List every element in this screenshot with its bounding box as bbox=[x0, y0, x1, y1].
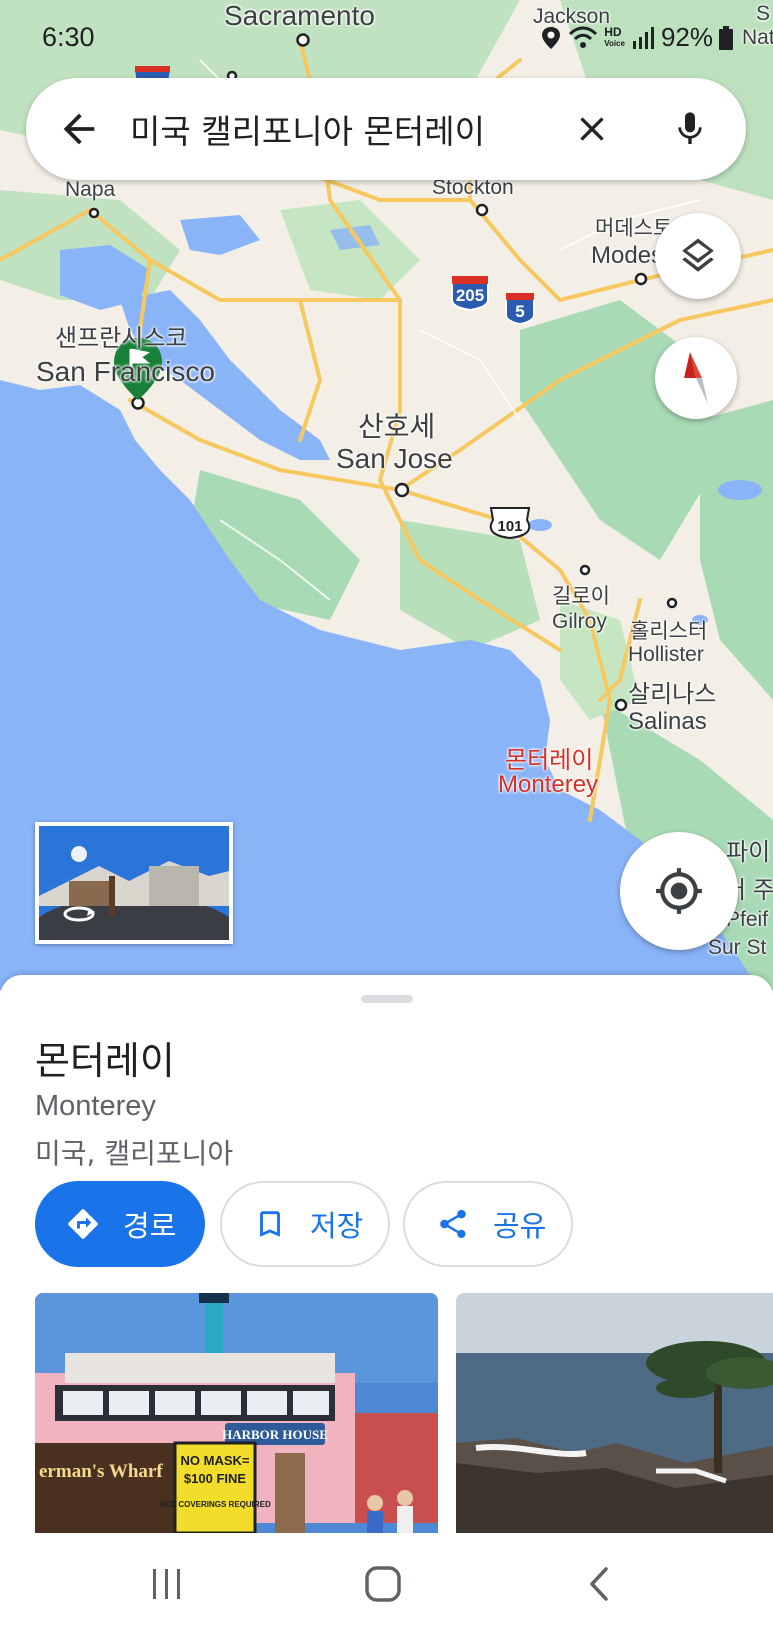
place-photo-1[interactable]: HARBOR HOUSE erman's Wharf NO MASK= $100… bbox=[35, 1293, 438, 1533]
directions-icon bbox=[63, 1204, 103, 1244]
save-label: 저장 bbox=[310, 1209, 364, 1243]
map-label-sj-en: San Jose bbox=[336, 443, 453, 474]
save-button[interactable]: 저장 bbox=[220, 1181, 390, 1267]
location-status-icon bbox=[542, 26, 561, 49]
directions-label: 경로 bbox=[123, 1209, 177, 1243]
map-label-hollister-ko: 홀리스터 bbox=[630, 620, 708, 643]
signal-icon bbox=[632, 26, 654, 49]
arrow-left-icon[interactable] bbox=[56, 106, 102, 152]
system-nav-bar bbox=[0, 1535, 773, 1632]
home-icon bbox=[365, 1566, 401, 1602]
hd-voice-badge: HD Voice bbox=[604, 24, 625, 48]
microphone-icon[interactable] bbox=[670, 107, 710, 151]
map-label-sf-ko: 샌프란시스코 bbox=[55, 325, 188, 352]
search-input[interactable]: 미국 캘리포니아 몬터레이 bbox=[130, 105, 572, 153]
status-time: 6:30 bbox=[42, 22, 95, 52]
map-label-sf-en: San Francisco bbox=[36, 356, 215, 387]
map-label-sj-ko: 산호세 bbox=[358, 411, 436, 442]
map-label-pfeiffer-ko: 파이 bbox=[726, 839, 771, 866]
place-latin-name: Monterey bbox=[35, 1090, 156, 1122]
compass-icon bbox=[684, 352, 708, 404]
svg-text:5: 5 bbox=[515, 302, 524, 321]
map-label-hollister-en: Hollister bbox=[628, 643, 704, 666]
wharf-photo-image: HARBOR HOUSE erman's Wharf NO MASK= $100… bbox=[35, 1293, 438, 1533]
map-label-monterey-ko: 몬터레이 bbox=[505, 747, 594, 774]
my-location-icon bbox=[656, 868, 702, 914]
sheet-drag-handle[interactable] bbox=[361, 995, 413, 1003]
layers-button[interactable] bbox=[655, 213, 741, 299]
street-view-thumbnail[interactable] bbox=[35, 822, 233, 944]
share-icon bbox=[433, 1204, 473, 1244]
search-bar[interactable]: 미국 캘리포니아 몬터레이 bbox=[26, 78, 746, 180]
status-icons: HD Voice 92% bbox=[540, 22, 733, 53]
compass-button[interactable] bbox=[655, 337, 737, 419]
svg-text:ACE COVERINGS REQUIRED: ACE COVERINGS REQUIRED bbox=[159, 1500, 271, 1509]
share-label: 공유 bbox=[493, 1209, 547, 1243]
map-label-salinas-en: Salinas bbox=[628, 708, 707, 735]
map-label-big-sur: Sur St bbox=[708, 936, 767, 959]
my-location-button[interactable] bbox=[620, 832, 738, 950]
status-bar: 6:30 HD Voice 92% bbox=[0, 0, 773, 70]
battery-icon bbox=[719, 25, 733, 50]
map-view[interactable]: 205 5 101 Sacramento Jackson Napa Stockt… bbox=[0, 0, 773, 990]
nav-back-button[interactable] bbox=[574, 1559, 624, 1609]
place-region: 미국, 캘리포니아 bbox=[35, 1137, 234, 1170]
map-label-gilroy-en: Gilroy bbox=[552, 610, 607, 633]
svg-text:erman's Wharf: erman's Wharf bbox=[39, 1461, 163, 1482]
layers-icon bbox=[682, 238, 714, 272]
cypress-photo-image bbox=[456, 1293, 773, 1533]
battery-percent: 92% bbox=[660, 22, 713, 52]
map-label-salinas-ko: 살리나스 bbox=[628, 681, 717, 708]
place-bottom-sheet[interactable]: 몬터레이 Monterey 미국, 캘리포니아 경로 저장 공유 HARBOR … bbox=[0, 975, 773, 1535]
svg-text:$100 FINE: $100 FINE bbox=[184, 1471, 246, 1486]
share-button[interactable]: 공유 bbox=[403, 1181, 573, 1267]
close-icon[interactable] bbox=[572, 109, 612, 149]
street-view-image bbox=[39, 826, 229, 940]
wifi-icon bbox=[569, 26, 598, 48]
map-label-monterey-en: Monterey bbox=[498, 771, 599, 798]
place-title: 몬터레이 bbox=[35, 1039, 175, 1083]
map-label-napa: Napa bbox=[65, 178, 116, 201]
map-label-gilroy-ko: 길로이 bbox=[552, 585, 610, 608]
recent-apps-button[interactable] bbox=[142, 1559, 192, 1609]
nav-back-icon bbox=[590, 1567, 608, 1601]
svg-text:205: 205 bbox=[456, 286, 484, 305]
bookmark-icon bbox=[250, 1204, 290, 1244]
svg-text:NO MASK=: NO MASK= bbox=[181, 1453, 250, 1468]
directions-button[interactable]: 경로 bbox=[35, 1181, 205, 1267]
recent-apps-icon bbox=[153, 1569, 180, 1599]
home-button[interactable] bbox=[358, 1559, 408, 1609]
place-photo-2[interactable] bbox=[456, 1293, 773, 1533]
svg-text:HARBOR HOUSE: HARBOR HOUSE bbox=[222, 1427, 328, 1442]
svg-text:101: 101 bbox=[497, 518, 522, 535]
